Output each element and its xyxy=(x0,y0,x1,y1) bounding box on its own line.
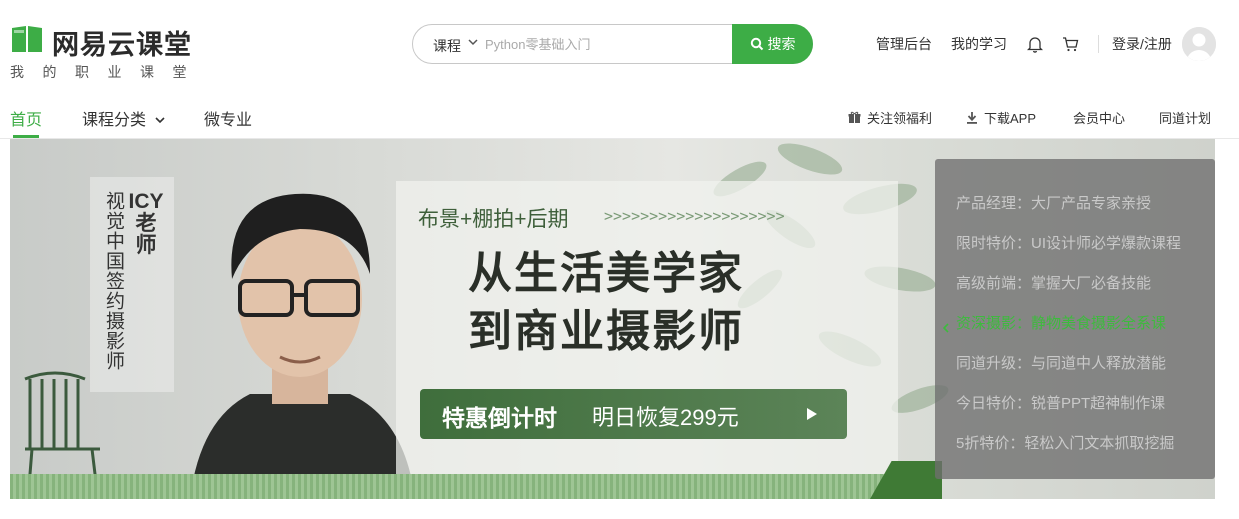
promo-title-line2: 到商业摄影师 xyxy=(468,306,744,357)
nav-micro-major[interactable]: 微专业 xyxy=(204,106,252,130)
banner-side-menu: 产品经理：大厂产品专家亲授限时特价：UI设计师必学爆款课程 高级前端：掌握大厂必备… xyxy=(935,159,1215,479)
hero-banner[interactable]: 视觉中国签约摄影师 ICY老师 布景+棚拍+后期 >>>>>>>>>>>>>>>… xyxy=(10,139,1215,499)
admin-link[interactable]: 管理后台 xyxy=(876,34,932,54)
main-nav: 首页 课程分类 微专业 关注领福利 下载APP 会员中心 同道计划 xyxy=(0,96,1239,139)
nav-follow-welfare[interactable]: 关注领福利 xyxy=(848,108,932,127)
promo-subtitle: 布景+棚拍+后期 xyxy=(418,208,569,231)
promo-title-line1: 从生活美学家 xyxy=(468,248,744,299)
nav-categories-label: 课程分类 xyxy=(82,112,147,129)
teacher-label: 视觉中国签约摄影师 ICY老师 xyxy=(90,177,174,392)
divider xyxy=(1098,35,1099,53)
gift-icon xyxy=(848,111,861,123)
banner-menu-item[interactable]: 5折特价：轻松入门文本抓取挖掘 xyxy=(956,432,1174,453)
banner-menu-item[interactable]: 高级前端：掌握大厂必备技能 xyxy=(956,272,1151,293)
nav-tongdao-plan[interactable]: 同道计划 xyxy=(1159,108,1211,127)
search-icon xyxy=(750,37,763,51)
countdown-label: 特惠倒计时 xyxy=(442,405,557,431)
nav-active-indicator xyxy=(13,135,39,138)
book-logo-icon xyxy=(12,26,42,52)
banner-menu-item[interactable]: 资深摄影：静物美食摄影全系课 xyxy=(956,312,1166,333)
cart-icon[interactable] xyxy=(1062,36,1079,52)
banner-menu-item[interactable]: 限时特价：UI设计师必学爆款课程 xyxy=(956,232,1181,253)
play-icon xyxy=(807,408,817,420)
banner-menu-item[interactable]: 今日特价：锐普PPT超神制作课 xyxy=(956,392,1165,413)
countdown-price-text: 明日恢复299元 xyxy=(592,405,739,430)
chevron-down-icon[interactable] xyxy=(467,36,479,48)
search-input[interactable] xyxy=(485,30,725,58)
search-button-label: 搜索 xyxy=(767,36,796,52)
site-header: 网易云课堂 我的职业课堂 课程 搜索 管理后台 我的学习 登录/注册 xyxy=(0,0,1239,90)
caret-left-icon xyxy=(943,323,949,333)
teacher-name: ICY老师 xyxy=(128,190,164,257)
my-learning-link[interactable]: 我的学习 xyxy=(951,34,1007,54)
banner-menu-item[interactable]: 同道升级：与同道中人释放潜能 xyxy=(956,352,1166,373)
search-category-select[interactable]: 课程 xyxy=(433,36,461,56)
nav-categories[interactable]: 课程分类 xyxy=(82,106,166,130)
login-register-link[interactable]: 登录/注册 xyxy=(1112,34,1172,54)
banner-stripe xyxy=(10,474,942,499)
brand-slogan: 我的职业课堂 xyxy=(10,64,205,80)
bell-icon[interactable] xyxy=(1027,36,1043,53)
search-button[interactable]: 搜索 xyxy=(732,24,813,64)
promo-arrows: >>>>>>>>>>>>>>>>>>>> xyxy=(604,207,785,225)
promo-panel: 布景+棚拍+后期 >>>>>>>>>>>>>>>>>>>> 从生活美学家 到商业… xyxy=(396,181,898,474)
teacher-title: 视觉中国签约摄影师 xyxy=(103,191,124,371)
download-icon xyxy=(967,112,977,124)
avatar[interactable] xyxy=(1182,27,1216,61)
search-bar: 课程 搜索 xyxy=(412,24,813,64)
chevron-down-icon xyxy=(155,117,166,124)
nav-home[interactable]: 首页 xyxy=(10,106,42,130)
promo-title: 从生活美学家 到商业摄影师 xyxy=(468,245,744,361)
teacher-photo xyxy=(190,193,415,499)
follow-welfare-label: 关注领福利 xyxy=(867,111,933,126)
nav-member-center[interactable]: 会员中心 xyxy=(1073,108,1125,127)
site-logo[interactable]: 网易云课堂 我的职业课堂 xyxy=(10,24,210,82)
nav-download-app[interactable]: 下载APP xyxy=(966,108,1036,127)
countdown-button[interactable]: 特惠倒计时 明日恢复299元 xyxy=(420,389,847,439)
top-links: 管理后台 我的学习 登录/注册 xyxy=(876,34,1172,54)
download-app-label: 下载APP xyxy=(984,111,1037,126)
banner-menu-item[interactable]: 产品经理：大厂产品专家亲授 xyxy=(956,192,1151,213)
user-avatar-icon xyxy=(1182,27,1216,61)
brand-name: 网易云课堂 xyxy=(52,30,192,61)
